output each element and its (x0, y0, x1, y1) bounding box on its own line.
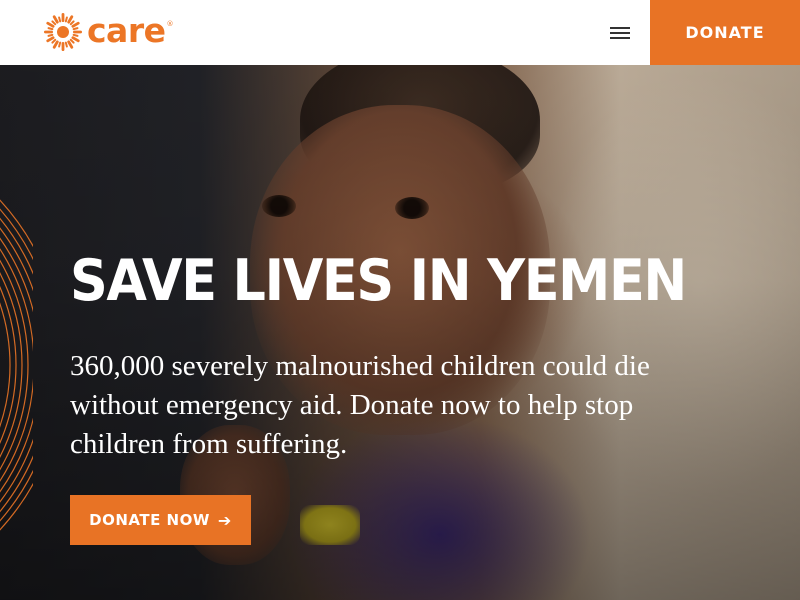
menu-bar-top (610, 27, 630, 29)
logo-wordmark: care (87, 10, 166, 50)
site-header: care ® DONATE (0, 0, 800, 65)
hero-headline: SAVE LIVES IN YEMEN (70, 248, 687, 314)
care-logo[interactable]: care ® (43, 12, 174, 52)
donate-now-button[interactable]: DONATE NOW ➔ (70, 495, 251, 545)
donate-button[interactable]: DONATE (650, 0, 800, 65)
care-sun-icon (44, 13, 82, 51)
arrow-right-icon: ➔ (217, 510, 232, 530)
hero-banner: SAVE LIVES IN YEMEN 360,000 severely mal… (0, 65, 800, 600)
hamburger-menu-icon[interactable] (608, 24, 632, 42)
menu-bar-bottom (610, 37, 630, 39)
menu-bar-middle (610, 32, 630, 34)
registered-mark: ® (166, 20, 174, 28)
hero-description: 360,000 severely malnourished children c… (70, 350, 650, 460)
decorative-rings-pattern (0, 199, 33, 531)
donate-now-label: DONATE NOW (89, 511, 210, 529)
